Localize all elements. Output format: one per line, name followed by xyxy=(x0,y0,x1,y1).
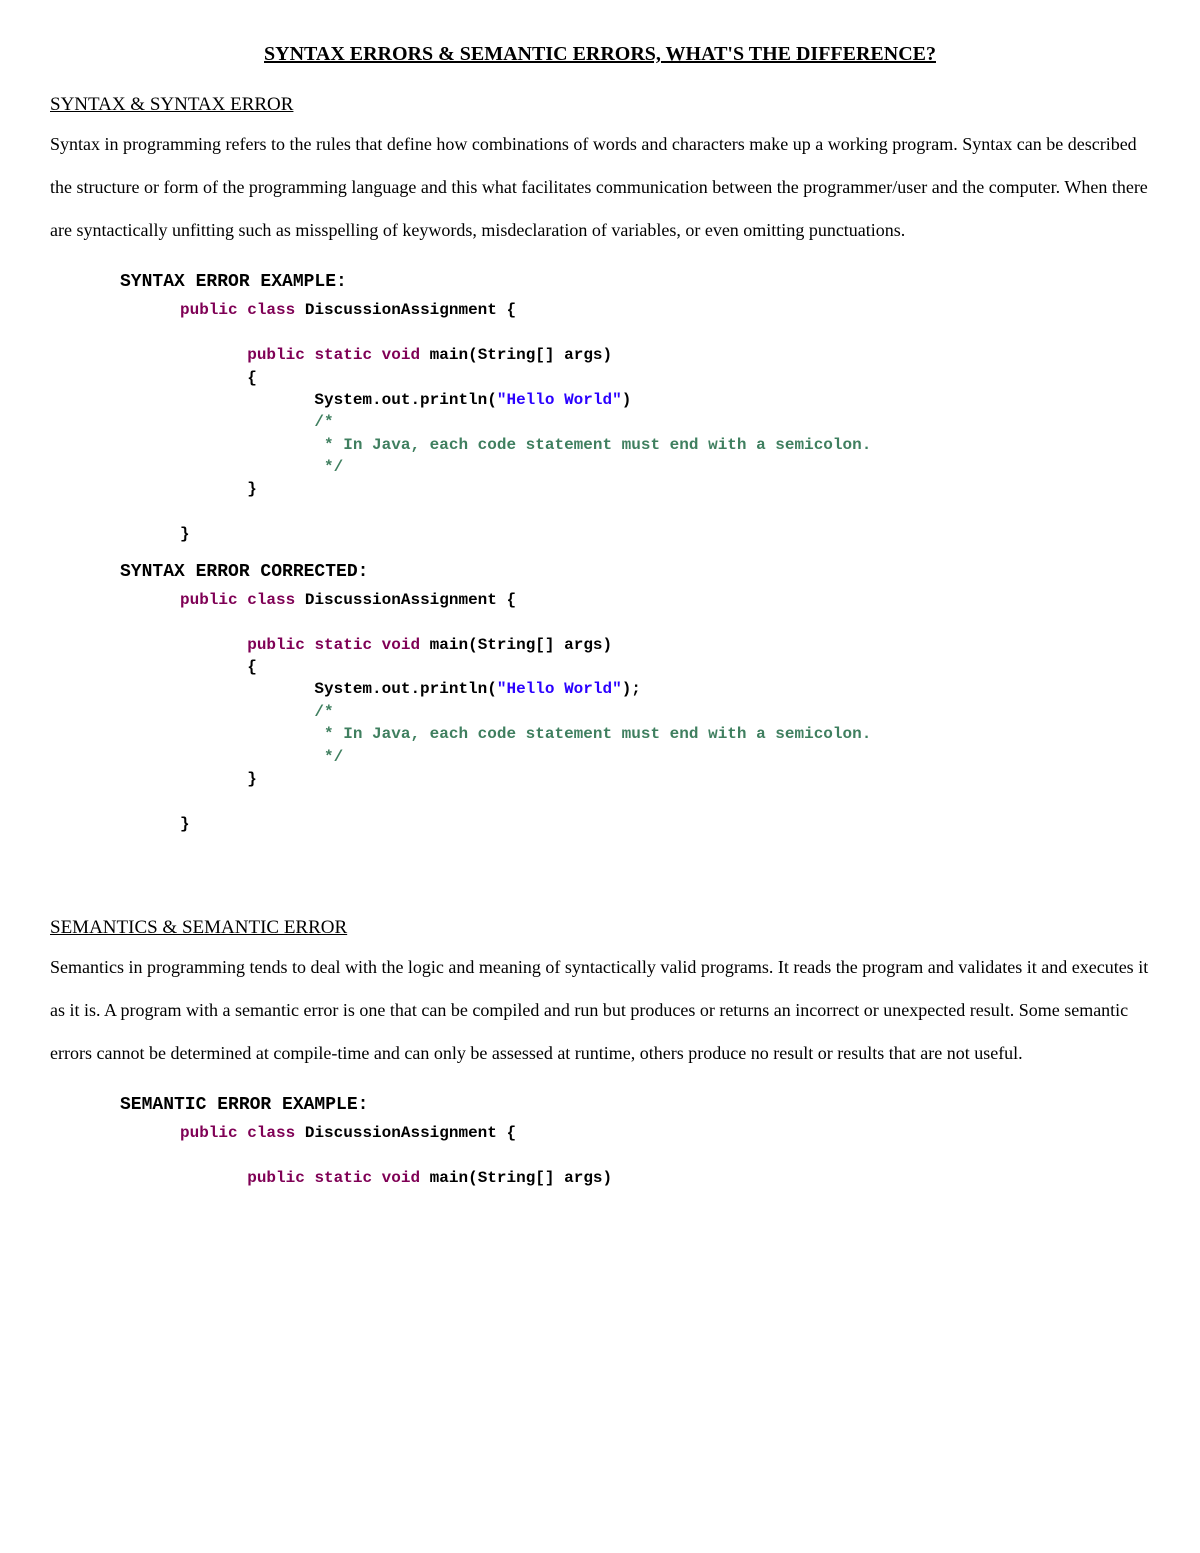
syntax-error-example-code: public class DiscussionAssignment { publ… xyxy=(180,299,1150,545)
semantics-body: Semantics in programming tends to deal w… xyxy=(50,946,1150,1076)
syntax-body: Syntax in programming refers to the rule… xyxy=(50,123,1150,253)
syntax-error-corrected-code: public class DiscussionAssignment { publ… xyxy=(180,589,1150,835)
syntax-error-corrected-heading: SYNTAX ERROR CORRECTED: xyxy=(120,560,1150,585)
semantic-error-example-heading: SEMANTIC ERROR EXAMPLE: xyxy=(120,1093,1150,1118)
syntax-error-example-heading: SYNTAX ERROR EXAMPLE: xyxy=(120,270,1150,295)
syntax-heading: SYNTAX & SYNTAX ERROR xyxy=(50,92,1150,119)
semantics-heading: SEMANTICS & SEMANTIC ERROR xyxy=(50,915,1150,942)
semantic-error-example-code: public class DiscussionAssignment { publ… xyxy=(180,1122,1150,1189)
page-title: SYNTAX ERRORS & SEMANTIC ERRORS, WHAT'S … xyxy=(50,40,1150,68)
